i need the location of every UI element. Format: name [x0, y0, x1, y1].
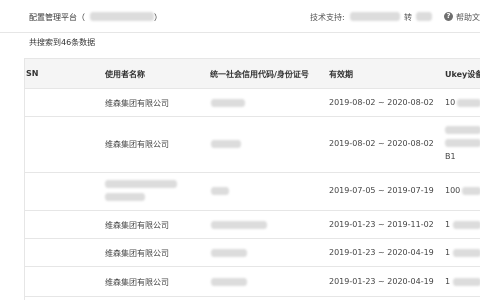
table-row[interactable]: 2019-07-05 ~ 2019-07-19 100: [25, 173, 480, 211]
redacted-ukey: [457, 99, 480, 107]
cell-ukey: 10: [445, 98, 456, 107]
cell-ukey-suffix: B1: [445, 152, 456, 161]
redacted-ukey: [453, 221, 480, 229]
redacted-credit-code: [211, 249, 247, 257]
redacted-credit-code: [211, 140, 241, 148]
redacted-credit-code: [211, 187, 229, 195]
table-row[interactable]: 维森集团有限公司 2019-01-23 ~ 2020-04-19 1: [25, 239, 480, 267]
redacted-support-phone: [350, 12, 400, 21]
redacted-ukey: [445, 126, 480, 134]
table-row[interactable]: 维森集团有限公司 2019-01-23 ~ 2019-11-02 1: [25, 211, 480, 239]
redacted-ukey: [445, 139, 480, 147]
cell-user: 维森集团有限公司: [105, 221, 169, 230]
cell-validity: 2019-07-05 ~ 2019-07-19: [329, 186, 434, 195]
redacted-user: [105, 180, 177, 188]
redacted-platform-name: [90, 12, 154, 21]
device-table: SN 使用者名称 统一社会信用代码/身份证号 有效期 Ukey设备 维森集团有限…: [24, 58, 480, 300]
cell-user: 维森集团有限公司: [105, 99, 169, 108]
redacted-user: [105, 193, 145, 201]
cell-ukey: 100: [445, 186, 461, 195]
result-count: 共搜索到46条数据: [29, 38, 96, 47]
column-header-user: 使用者名称: [105, 70, 145, 79]
cell-validity: 2019-08-02 ~ 2020-08-02: [329, 139, 434, 148]
redacted-extension: [416, 12, 432, 21]
column-header-credit-code: 统一社会信用代码/身份证号: [210, 70, 309, 79]
column-header-sn: SN: [26, 69, 39, 78]
app-title-close: ）: [154, 13, 162, 22]
cell-validity: 2019-01-23 ~ 2019-11-02: [329, 220, 434, 229]
redacted-ukey: [453, 278, 480, 286]
table-row[interactable]: 维森集团有限公司 2019-01-23 ~ 2020-04-19 1: [25, 267, 480, 297]
support-label: 技术支持:: [310, 13, 345, 22]
table-row[interactable]: 维森集团有限公司 2019-08-02 ~ 2020-08-02 10: [25, 89, 480, 117]
cell-ukey: 1: [445, 248, 451, 257]
table-header: SN 使用者名称 统一社会信用代码/身份证号 有效期 Ukey设备: [25, 58, 480, 89]
cell-validity: 2019-08-02 ~ 2020-08-02: [329, 98, 434, 107]
cell-ukey: 1: [445, 277, 451, 286]
cell-user: 维森集团有限公司: [105, 140, 169, 149]
cell-user: 维森集团有限公司: [105, 249, 169, 258]
top-bar: 配置管理平台（ ） 技术支持: 转 ? 帮助文: [0, 0, 480, 33]
redacted-credit-code: [211, 278, 247, 286]
redacted-ukey: [462, 187, 480, 195]
cell-validity: 2019-01-23 ~ 2020-04-19: [329, 248, 434, 257]
column-header-ukey: Ukey设备: [445, 70, 480, 79]
question-circle-icon[interactable]: ?: [444, 12, 453, 21]
redacted-ukey: [453, 249, 480, 257]
column-header-validity: 有效期: [329, 70, 353, 79]
cell-validity: 2019-01-23 ~ 2020-04-19: [329, 277, 434, 286]
support-extension-label: 转: [404, 13, 412, 22]
redacted-credit-code: [211, 221, 267, 229]
cell-user: 维森集团有限公司: [105, 278, 169, 287]
help-link[interactable]: 帮助文: [456, 12, 480, 23]
cell-ukey: 1: [445, 220, 451, 229]
redacted-credit-code: [211, 99, 245, 107]
app-title: 配置管理平台（: [29, 13, 85, 22]
table-row[interactable]: 维森集团有限公司 2019-08-02 ~ 2020-08-02 B1: [25, 117, 480, 173]
